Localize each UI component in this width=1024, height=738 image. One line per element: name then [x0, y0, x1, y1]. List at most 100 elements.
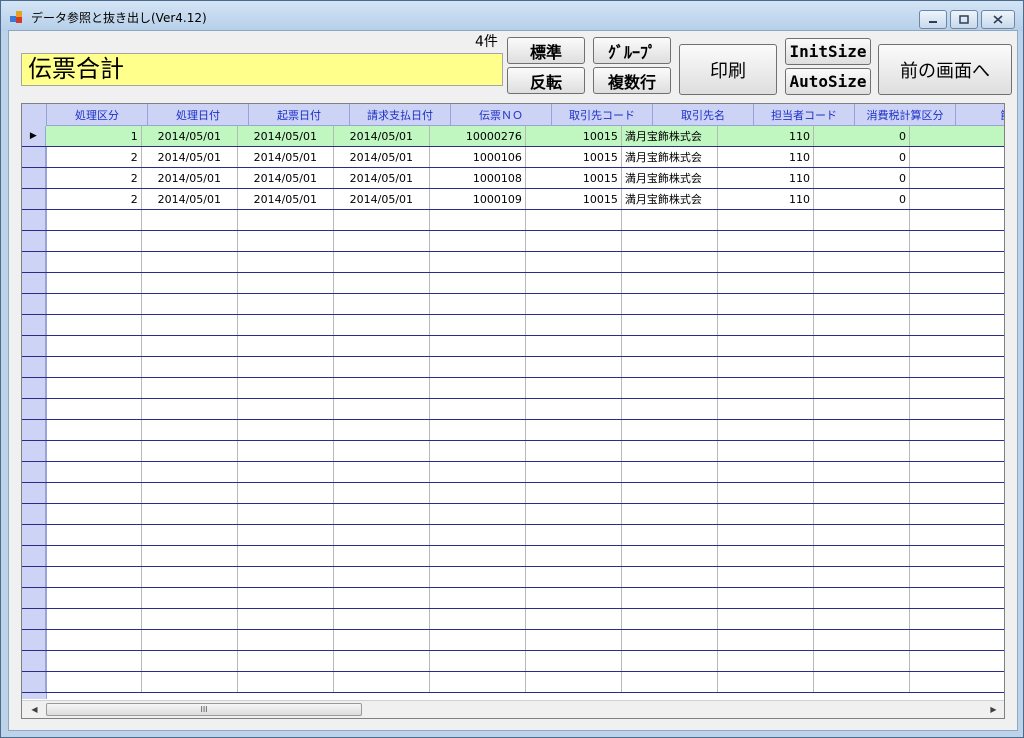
column-header[interactable]: 処理区分: [47, 104, 148, 126]
table-cell[interactable]: 0: [814, 189, 911, 209]
table-cell[interactable]: [334, 651, 430, 671]
table-cell[interactable]: [430, 525, 526, 545]
table-cell[interactable]: [142, 210, 238, 230]
table-cell[interactable]: [430, 252, 526, 272]
table-cell[interactable]: [334, 210, 430, 230]
table-cell[interactable]: [430, 231, 526, 251]
horizontal-scrollbar[interactable]: ◀ III ▶: [22, 700, 1004, 718]
table-cell[interactable]: [526, 651, 622, 671]
table-cell[interactable]: [430, 588, 526, 608]
table-cell[interactable]: [142, 672, 238, 692]
table-cell[interactable]: [430, 399, 526, 419]
table-cell[interactable]: [718, 630, 814, 650]
table-row[interactable]: 2 2014/05/01 2014/05/01 2014/05/01 1000106 10…: [22, 147, 1004, 168]
table-cell[interactable]: [142, 441, 238, 461]
empty-table-row[interactable]: [22, 336, 1004, 357]
table-cell[interactable]: [814, 420, 911, 440]
row-header-cell[interactable]: [22, 399, 46, 419]
table-cell[interactable]: 2014/05/01: [333, 126, 430, 146]
table-cell[interactable]: [46, 378, 142, 398]
empty-table-row[interactable]: [22, 231, 1004, 252]
table-cell[interactable]: [526, 525, 622, 545]
table-cell[interactable]: [622, 273, 718, 293]
table-cell[interactable]: [430, 567, 526, 587]
empty-table-row[interactable]: [22, 210, 1004, 231]
table-cell[interactable]: [718, 252, 814, 272]
table-cell[interactable]: [622, 399, 718, 419]
table-cell[interactable]: [238, 231, 334, 251]
column-header[interactable]: 処理日付: [148, 104, 249, 126]
table-cell[interactable]: [526, 252, 622, 272]
table-cell[interactable]: [910, 189, 1004, 209]
table-cell[interactable]: [622, 294, 718, 314]
row-header-cell[interactable]: [22, 336, 46, 356]
row-header-cell[interactable]: [22, 651, 46, 671]
table-cell[interactable]: 2014/05/01: [141, 126, 238, 146]
table-cell[interactable]: [46, 420, 142, 440]
table-cell[interactable]: [526, 504, 622, 524]
table-cell[interactable]: [622, 525, 718, 545]
table-cell[interactable]: [238, 546, 334, 566]
table-cell[interactable]: [334, 588, 430, 608]
table-cell[interactable]: [718, 315, 814, 335]
table-cell[interactable]: 2014/05/01: [238, 189, 334, 209]
table-cell[interactable]: [718, 294, 814, 314]
table-cell[interactable]: [334, 504, 430, 524]
table-cell[interactable]: [430, 336, 526, 356]
scroll-thumb[interactable]: III: [46, 703, 362, 716]
row-header-cell[interactable]: [22, 525, 46, 545]
auto-size-button[interactable]: AutoSize: [785, 68, 871, 95]
row-header-cell[interactable]: [22, 189, 46, 209]
table-cell[interactable]: [238, 441, 334, 461]
table-cell[interactable]: [142, 357, 238, 377]
table-cell[interactable]: [142, 504, 238, 524]
table-cell[interactable]: 2014/05/01: [142, 168, 238, 188]
table-cell[interactable]: 1000109: [430, 189, 526, 209]
table-cell[interactable]: 2: [46, 168, 142, 188]
table-cell[interactable]: [526, 315, 622, 335]
table-cell[interactable]: [46, 609, 142, 629]
row-header-cell[interactable]: [22, 294, 46, 314]
empty-table-row[interactable]: [22, 588, 1004, 609]
table-cell[interactable]: [142, 609, 238, 629]
table-cell[interactable]: [142, 336, 238, 356]
table-cell[interactable]: [814, 546, 911, 566]
table-cell[interactable]: [910, 441, 1004, 461]
table-cell[interactable]: [622, 336, 718, 356]
row-header-cell[interactable]: [22, 210, 46, 230]
table-cell[interactable]: [526, 420, 622, 440]
row-header-cell[interactable]: [22, 147, 46, 167]
table-cell[interactable]: [718, 357, 814, 377]
table-cell[interactable]: [334, 294, 430, 314]
table-cell[interactable]: [814, 399, 911, 419]
table-cell[interactable]: [46, 315, 142, 335]
scroll-right-icon[interactable]: ▶: [985, 701, 1002, 718]
empty-table-row[interactable]: [22, 672, 1004, 693]
scroll-left-icon[interactable]: ◀: [26, 701, 43, 718]
standard-button[interactable]: 標準: [507, 37, 585, 64]
column-header[interactable]: 請求支払日付: [350, 104, 451, 126]
table-cell[interactable]: [46, 672, 142, 692]
row-header-cell[interactable]: [22, 609, 46, 629]
table-cell[interactable]: [238, 504, 334, 524]
table-cell[interactable]: [622, 651, 718, 671]
empty-table-row[interactable]: [22, 378, 1004, 399]
empty-table-row[interactable]: [22, 315, 1004, 336]
table-cell[interactable]: [814, 231, 911, 251]
column-header[interactable]: 取引先名: [653, 104, 754, 126]
row-header-cell[interactable]: [22, 630, 46, 650]
table-cell[interactable]: [910, 315, 1004, 335]
table-cell[interactable]: [718, 378, 814, 398]
empty-table-row[interactable]: [22, 273, 1004, 294]
table-cell[interactable]: [238, 630, 334, 650]
table-cell[interactable]: [622, 378, 718, 398]
table-cell[interactable]: [334, 546, 430, 566]
table-cell[interactable]: [718, 441, 814, 461]
table-cell[interactable]: [526, 231, 622, 251]
table-cell[interactable]: [334, 273, 430, 293]
table-cell[interactable]: [718, 651, 814, 671]
invert-button[interactable]: 反転: [507, 67, 585, 94]
table-cell[interactable]: [526, 672, 622, 692]
table-cell[interactable]: [526, 357, 622, 377]
table-cell[interactable]: [910, 546, 1004, 566]
